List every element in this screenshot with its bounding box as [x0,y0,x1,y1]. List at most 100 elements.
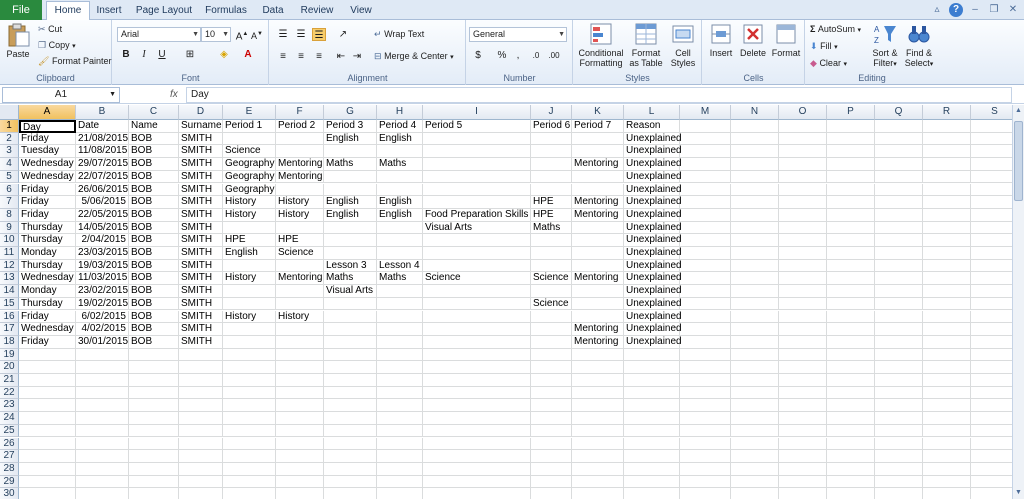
cell-j30[interactable] [531,488,572,499]
cell-q9[interactable] [875,221,923,235]
cell-n29[interactable] [731,475,779,489]
vertical-scrollbar[interactable]: ▲ ▼ [1012,105,1024,499]
cell-r27[interactable] [923,450,971,463]
cell-r30[interactable] [923,488,971,499]
row-header-21[interactable]: 21 [0,374,19,387]
cell-q27[interactable] [875,450,923,463]
cell-l15[interactable]: Unexplained [624,297,682,311]
cell-a5[interactable]: Wednesday [19,170,76,184]
fill-button[interactable]: ⬇ Fill ▾ [810,41,838,53]
cell-r7[interactable] [923,196,971,209]
cell-a17[interactable]: Wednesday [19,323,76,336]
column-header-f[interactable]: F [276,105,324,120]
cell-a13[interactable]: Wednesday [19,272,76,286]
font-color-icon[interactable]: A [241,48,255,61]
cell-h29[interactable] [377,475,423,489]
cell-i16[interactable] [423,310,531,324]
cell-s18[interactable] [971,336,1012,349]
cell-h12[interactable]: Lesson 4 [377,259,423,273]
cell-q17[interactable] [875,323,923,336]
cell-f7[interactable]: History [276,196,324,209]
cell-l30[interactable] [624,488,680,499]
cell-p27[interactable] [827,450,875,463]
cell-f13[interactable]: Mentoring [276,272,324,286]
cell-g8[interactable]: English [324,208,377,222]
cell-f17[interactable] [276,323,324,336]
cell-n16[interactable] [731,310,779,324]
cell-e21[interactable] [223,374,276,387]
cell-j10[interactable] [531,234,572,247]
font-name-combo[interactable]: Arial ▼ [117,27,201,42]
cell-m30[interactable] [680,488,731,499]
cell-p5[interactable] [827,170,875,184]
cell-g29[interactable] [324,475,377,489]
cell-k9[interactable] [572,221,624,235]
cell-r12[interactable] [923,259,971,273]
cell-h6[interactable] [377,183,423,197]
cell-l19[interactable] [624,348,680,362]
cell-j1[interactable]: Period 6 [531,120,572,133]
cell-o20[interactable] [779,361,827,374]
help-icon[interactable]: ? [949,3,963,17]
cell-s7[interactable] [971,196,1012,209]
cell-a2[interactable]: Friday [19,132,76,146]
cell-h7[interactable]: English [377,196,423,209]
cell-l23[interactable] [624,399,680,413]
cell-l12[interactable]: Unexplained [624,259,682,273]
cell-i9[interactable]: Visual Arts [423,221,531,235]
cell-c24[interactable] [129,412,179,425]
restore-icon[interactable]: ❐ [987,3,1001,17]
cell-h9[interactable] [377,221,423,235]
cell-h10[interactable] [377,234,423,247]
cell-d1[interactable]: Surname [179,120,223,133]
cell-s5[interactable] [971,171,1012,184]
row-header-14[interactable]: 14 [0,285,19,298]
cell-n21[interactable] [731,374,779,387]
cell-q24[interactable] [875,412,923,425]
cell-l20[interactable] [624,361,680,374]
cell-c10[interactable]: BOB [129,234,179,247]
cell-p8[interactable] [827,208,875,222]
name-box[interactable]: A1 ▼ [2,87,120,103]
cell-j5[interactable] [531,170,572,184]
cell-b8[interactable]: 22/05/2015 [76,208,129,222]
cell-o21[interactable] [779,374,827,387]
cell-i12[interactable] [423,259,531,273]
column-header-s[interactable]: S [971,105,1012,120]
cell-f19[interactable] [276,348,324,362]
cell-n1[interactable] [731,120,779,133]
cell-j3[interactable] [531,145,572,159]
cell-g20[interactable] [324,361,377,374]
cell-q10[interactable] [875,234,923,247]
cell-f23[interactable] [276,399,324,413]
cell-o10[interactable] [779,234,827,247]
cell-c23[interactable] [129,399,179,413]
cell-o26[interactable] [779,437,827,451]
cell-q13[interactable] [875,272,923,286]
cell-h18[interactable] [377,335,423,349]
cell-g4[interactable]: Maths [324,158,377,171]
cell-j16[interactable] [531,310,572,324]
cell-g2[interactable]: English [324,132,377,146]
cell-l4[interactable]: Unexplained [624,158,682,171]
cell-q5[interactable] [875,170,923,184]
cell-j18[interactable] [531,335,572,349]
cell-c3[interactable]: BOB [129,145,179,159]
cell-e26[interactable] [223,437,276,451]
cell-g26[interactable] [324,437,377,451]
cell-s14[interactable] [971,285,1012,298]
cell-k2[interactable] [572,132,624,146]
cell-e23[interactable] [223,399,276,413]
cell-c28[interactable] [129,462,179,476]
cell-o27[interactable] [779,450,827,463]
fill-color-icon[interactable]: ◈ [217,48,231,61]
cell-c7[interactable]: BOB [129,196,179,209]
cell-q4[interactable] [875,158,923,171]
cell-f22[interactable] [276,386,324,400]
cell-j21[interactable] [531,374,572,387]
cell-n24[interactable] [731,412,779,425]
cell-o1[interactable] [779,120,827,133]
cell-h19[interactable] [377,348,423,362]
align-left-icon[interactable]: ≡ [276,50,290,63]
cell-r23[interactable] [923,399,971,413]
